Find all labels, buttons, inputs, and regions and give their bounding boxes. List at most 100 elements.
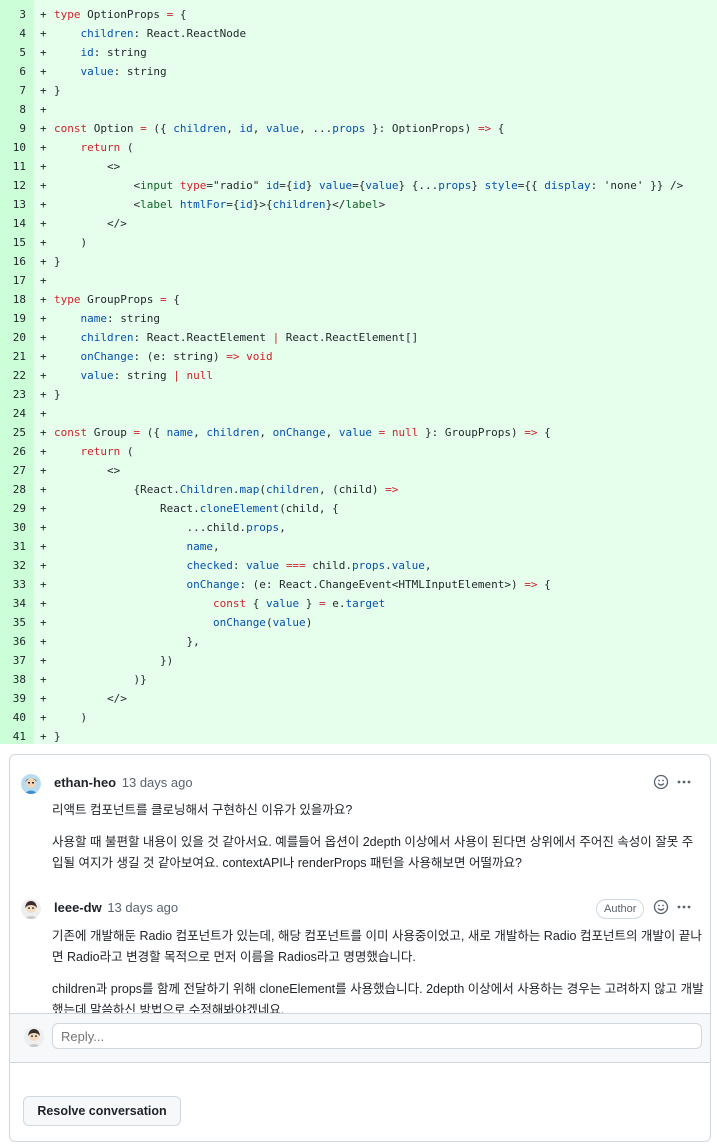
code-text: name: string [80, 312, 160, 325]
line-number[interactable]: 30 [0, 518, 26, 537]
line-number[interactable]: 35 [0, 613, 26, 632]
code-text: } [54, 84, 61, 97]
line-number[interactable]: 24 [0, 404, 26, 423]
addition-marker: + [40, 445, 47, 458]
code-text: value: string | null [80, 369, 213, 382]
diff-line: 5 + id: string [0, 43, 717, 62]
line-number[interactable]: 6 [0, 62, 26, 81]
comment-paragraph: 리액트 컴포넌트를 클로닝해서 구현하신 이유가 있을까요? [52, 803, 353, 817]
diff-line: 24 + [0, 404, 717, 423]
resolve-conversation-button[interactable]: Resolve conversation [23, 1096, 181, 1126]
line-number[interactable]: 36 [0, 632, 26, 651]
addition-marker: + [40, 84, 47, 97]
line-number[interactable]: 4 [0, 24, 26, 43]
line-number[interactable]: 5 [0, 43, 26, 62]
line-number[interactable]: 8 [0, 100, 26, 119]
line-number[interactable]: 15 [0, 233, 26, 252]
line-number[interactable]: 19 [0, 309, 26, 328]
line-number[interactable]: 28 [0, 480, 26, 499]
line-number[interactable]: 14 [0, 214, 26, 233]
avatar [24, 1027, 44, 1047]
kebab-icon[interactable] [675, 774, 693, 792]
diff-line: 15 + ) [0, 233, 717, 252]
line-number[interactable]: 23 [0, 385, 26, 404]
line-number[interactable]: 18 [0, 290, 26, 309]
line-number[interactable]: 17 [0, 271, 26, 290]
line-number[interactable]: 32 [0, 556, 26, 575]
addition-marker: + [40, 236, 47, 249]
comment-timestamp[interactable]: 13 days ago [122, 775, 193, 790]
line-number[interactable]: 27 [0, 461, 26, 480]
line-number[interactable]: 34 [0, 594, 26, 613]
addition-marker: + [40, 388, 47, 401]
line-number[interactable]: 7 [0, 81, 26, 100]
code-text: return ( [80, 141, 134, 154]
comment-timestamp[interactable]: 13 days ago [107, 900, 178, 915]
diff-line: 31 + name, [0, 537, 717, 556]
line-number[interactable]: 10 [0, 138, 26, 157]
diff-line: 34 + const { value } = e.target [0, 594, 717, 613]
line-number[interactable]: 3 [0, 5, 26, 24]
line-number[interactable]: 22 [0, 366, 26, 385]
code-text: }, [54, 635, 200, 648]
addition-marker: + [40, 540, 47, 553]
addition-marker: + [40, 274, 47, 287]
diff-line: 22 + value: string | null [0, 366, 717, 385]
avatar[interactable] [21, 899, 41, 919]
line-number[interactable]: 31 [0, 537, 26, 556]
smiley-icon[interactable] [652, 774, 670, 792]
diff-line: 4 + children: React.ReactNode [0, 24, 717, 43]
comment-author[interactable]: leee-dw [54, 900, 102, 915]
line-number[interactable]: 40 [0, 708, 26, 727]
diff-line: 39 + </> [0, 689, 717, 708]
line-number[interactable]: 21 [0, 347, 26, 366]
code-text: {React.Children.map(children, (child) => [54, 483, 399, 496]
addition-marker: + [40, 27, 47, 40]
line-number[interactable]: 9 [0, 119, 26, 138]
diff-line: 28 + {React.Children.map(children, (child… [0, 480, 717, 499]
addition-marker: + [40, 654, 47, 667]
code-text: ) [54, 711, 88, 724]
addition-marker: + [40, 692, 47, 705]
line-number[interactable]: 11 [0, 157, 26, 176]
comment-author[interactable]: ethan-heo [54, 775, 116, 790]
addition-marker: + [40, 559, 47, 572]
diff-line: 40 + ) [0, 708, 717, 727]
comment-paragraph: 사용할 때 불편할 내용이 있을 것 같아서요. 예를들어 옵션이 2depth… [52, 835, 694, 870]
diff-line: 17 + [0, 271, 717, 290]
line-number[interactable]: 12 [0, 176, 26, 195]
review-conversation: ethan-heo 13 days ago 리액트 컴포넌트를 클로닝해서 구현… [9, 754, 711, 1142]
line-number[interactable]: 29 [0, 499, 26, 518]
code-text: const { value } = e.target [212, 597, 386, 610]
line-number[interactable]: 33 [0, 575, 26, 594]
line-number[interactable]: 25 [0, 423, 26, 442]
line-number[interactable]: 16 [0, 252, 26, 271]
code-text: const Group = ({ name, children, onChang… [54, 426, 551, 439]
addition-marker: + [40, 597, 47, 610]
diff-line: 11 + <> [0, 157, 717, 176]
addition-marker: + [40, 198, 47, 211]
addition-marker: + [40, 65, 47, 78]
line-number[interactable]: 13 [0, 195, 26, 214]
reply-input[interactable] [52, 1023, 702, 1049]
line-number[interactable]: 37 [0, 651, 26, 670]
code-text: }) [54, 654, 174, 667]
kebab-icon[interactable] [675, 899, 693, 917]
diff-line: 9 + const Option = ({ children, id, value,… [0, 119, 717, 138]
line-number[interactable]: 39 [0, 689, 26, 708]
comment-paragraph: 기존에 개발해둔 Radio 컴포넌트가 있는데, 해당 컴포넌트를 이미 사용… [52, 929, 702, 964]
smiley-icon[interactable] [652, 899, 670, 917]
line-number[interactable]: 26 [0, 442, 26, 461]
line-number[interactable]: 20 [0, 328, 26, 347]
addition-marker: + [40, 293, 47, 306]
comment-body: 리액트 컴포넌트를 클로닝해서 구현하신 이유가 있을까요? 사용할 때 불편할… [52, 800, 704, 874]
line-number[interactable]: 41 [0, 727, 26, 744]
addition-marker: + [40, 369, 47, 382]
addition-marker: + [40, 407, 47, 420]
code-text: const Option = ({ children, id, value, .… [54, 122, 505, 135]
code-text: onChange: (e: string) => void [80, 350, 273, 363]
line-number[interactable]: 38 [0, 670, 26, 689]
code-text: type GroupProps = { [54, 293, 180, 306]
diff-line: 16 +} [0, 252, 717, 271]
avatar[interactable] [21, 774, 41, 794]
